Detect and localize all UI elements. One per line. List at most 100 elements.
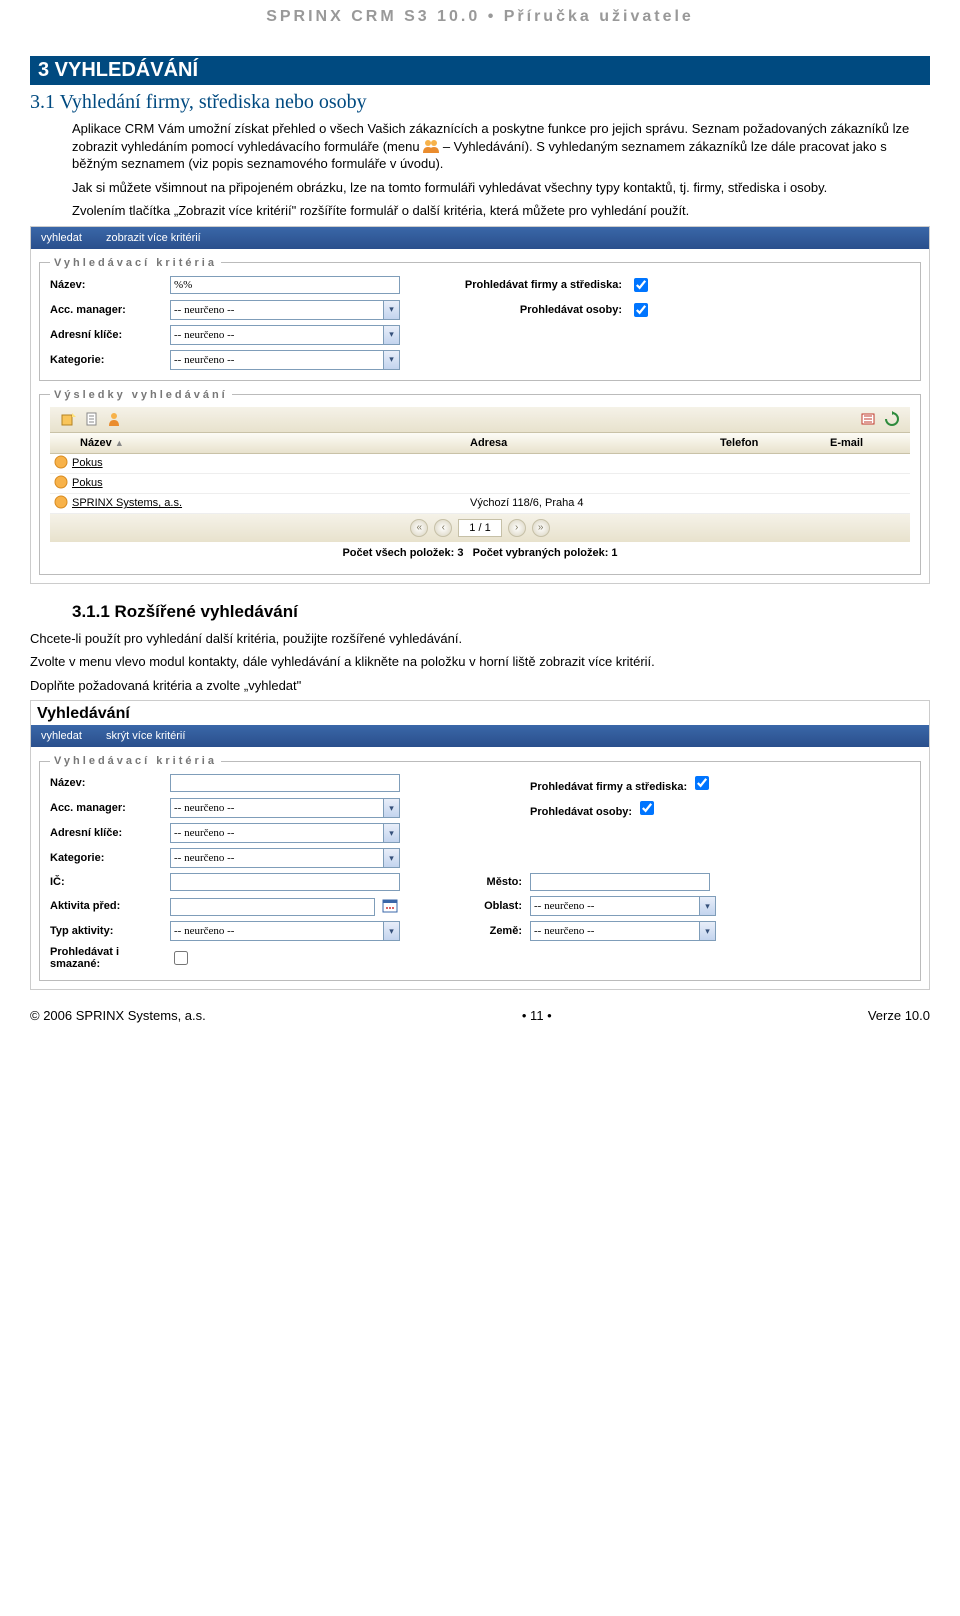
chevron-down-icon: ▾: [699, 922, 715, 940]
col-email[interactable]: E-mail: [830, 433, 910, 453]
checkbox-search-persons[interactable]: [634, 303, 648, 317]
input-name[interactable]: [170, 276, 400, 294]
chevron-down-icon: ▾: [383, 301, 399, 319]
label-address-keys: Adresní klíče:: [50, 827, 170, 839]
doc-footer: © 2006 SPRINX Systems, a.s. • 11 • Verze…: [0, 1008, 960, 1023]
input-activity-before[interactable]: [170, 898, 375, 916]
chevron-down-icon: ▾: [383, 326, 399, 344]
summary-total: Počet všech položek: 3: [342, 547, 463, 559]
paragraph: Doplňte požadovaná kritéria a zvolte „vy…: [30, 677, 930, 695]
select-area[interactable]: -- neurčeno --▾: [530, 896, 716, 916]
menu-more-criteria[interactable]: zobrazit více kritérií: [106, 232, 201, 244]
label-search-firms: Prohledávat firmy a střediska:: [420, 279, 630, 291]
paragraph: Zvolte v menu vlevo modul kontakty, dále…: [30, 653, 930, 671]
chevron-down-icon: ▾: [383, 824, 399, 842]
section-3-1-title: 3.1 Vyhledání firmy, střediska nebo osob…: [30, 91, 930, 114]
results-toolbar: [50, 407, 910, 433]
pager-prev-icon[interactable]: ‹: [434, 519, 452, 537]
results-group: Výsledky vyhledávání Název ▲ Adresa Tele…: [39, 389, 921, 575]
refresh-icon[interactable]: [883, 410, 901, 428]
label-area: Oblast:: [420, 900, 530, 912]
input-ic[interactable]: [170, 873, 400, 891]
col-address[interactable]: Adresa: [470, 433, 720, 453]
table-row[interactable]: SPRINX Systems, a.s.Výchozí 118/6, Praha…: [50, 494, 910, 514]
chapter-title: 3 VYHLEDÁVÁNÍ: [30, 56, 930, 85]
paragraph: Chcete-li použít pro vyhledání další kri…: [30, 630, 930, 648]
menu-search[interactable]: vyhledat: [41, 232, 82, 244]
input-name[interactable]: [170, 774, 400, 792]
chevron-down-icon: ▾: [383, 351, 399, 369]
paragraph: Jak si můžete všimnout na připojeném obr…: [72, 179, 930, 197]
pager: « ‹ 1 / 1 › »: [50, 514, 910, 542]
label-name: Název:: [50, 777, 170, 789]
label-address-keys: Adresní klíče:: [50, 329, 170, 341]
pager-last-icon[interactable]: »: [532, 519, 550, 537]
row-address: Výchozí 118/6, Praha 4: [470, 497, 720, 509]
label-acc-manager: Acc. manager:: [50, 304, 170, 316]
export-icon[interactable]: [859, 410, 877, 428]
checkbox-search-deleted[interactable]: [174, 951, 188, 965]
pager-page: 1 / 1: [458, 519, 501, 537]
chevron-down-icon: ▾: [383, 922, 399, 940]
table-row[interactable]: Pokus: [50, 474, 910, 494]
col-phone[interactable]: Telefon: [720, 433, 830, 453]
menu-hide-criteria[interactable]: skrýt více kritérií: [106, 730, 185, 742]
label-acc-manager: Acc. manager:: [50, 802, 170, 814]
paragraph: Zvolením tlačítka „Zobrazit více kritéri…: [72, 202, 930, 220]
col-name[interactable]: Název: [80, 437, 112, 449]
checkbox-search-firms[interactable]: [634, 278, 648, 292]
menu-search[interactable]: vyhledat: [41, 730, 82, 742]
row-name[interactable]: Pokus: [72, 477, 470, 489]
row-name[interactable]: Pokus: [72, 457, 470, 469]
row-icon: [50, 475, 72, 492]
label-search-persons: Prohledávat osoby:: [420, 304, 630, 316]
edit-icon[interactable]: [83, 410, 101, 428]
section-3-1-1-title: 3.1.1 Rozšířené vyhledávání: [72, 602, 930, 622]
select-acc-manager[interactable]: -- neurčeno --▾: [170, 798, 400, 818]
select-address-keys[interactable]: -- neurčeno --▾: [170, 325, 400, 345]
results-legend: Výsledky vyhledávání: [50, 389, 232, 401]
chevron-down-icon: ▾: [383, 799, 399, 817]
select-acc-manager[interactable]: -- neurčeno --▾: [170, 300, 400, 320]
people-icon[interactable]: [107, 410, 125, 428]
label-activity-type: Typ aktivity:: [50, 925, 170, 937]
form-menubar: vyhledat skrýt více kritérií: [31, 725, 929, 747]
label-category: Kategorie:: [50, 354, 170, 366]
new-icon[interactable]: [59, 410, 77, 428]
label-category: Kategorie:: [50, 852, 170, 864]
criteria-legend: Vyhledávací kritéria: [50, 755, 221, 767]
label-name: Název:: [50, 279, 170, 291]
pager-next-icon[interactable]: ›: [508, 519, 526, 537]
label-ic: IČ:: [50, 876, 170, 888]
panel-title: Vyhledávání: [31, 701, 929, 725]
results-summary: Počet všech položek: 3 Počet vybraných p…: [50, 542, 910, 564]
chevron-down-icon: ▾: [383, 849, 399, 867]
screenshot-search-advanced: Vyhledávání vyhledat skrýt více kritérií…: [30, 700, 930, 990]
label-search-deleted: Prohledávat i smazané:: [50, 946, 170, 970]
pager-first-icon[interactable]: «: [410, 519, 428, 537]
checkbox-search-persons[interactable]: [640, 801, 654, 815]
doc-header: SPRINX CRM S3 10.0 • Příručka uživatele: [30, 0, 930, 56]
label-search-firms: Prohledávat firmy a střediska:: [530, 781, 687, 793]
select-category[interactable]: -- neurčeno --▾: [170, 848, 400, 868]
select-category[interactable]: -- neurčeno --▾: [170, 350, 400, 370]
screenshot-search-basic: vyhledat zobrazit více kritérií Vyhledáv…: [30, 226, 930, 584]
paragraph: Aplikace CRM Vám umožní získat přehled o…: [72, 120, 930, 173]
label-city: Město:: [420, 876, 530, 888]
table-row[interactable]: Pokus: [50, 454, 910, 474]
row-icon: [50, 495, 72, 512]
input-city[interactable]: [530, 873, 710, 891]
select-activity-type[interactable]: -- neurčeno --▾: [170, 921, 400, 941]
label-activity-before: Aktivita před:: [50, 900, 170, 912]
criteria-group: Vyhledávací kritéria Název: Prohledávat …: [39, 755, 921, 981]
checkbox-search-firms[interactable]: [695, 776, 709, 790]
row-name[interactable]: SPRINX Systems, a.s.: [72, 497, 470, 509]
sort-asc-icon: ▲: [115, 438, 124, 448]
select-country[interactable]: -- neurčeno --▾: [530, 921, 716, 941]
results-header: Název ▲ Adresa Telefon E-mail: [50, 433, 910, 454]
select-address-keys[interactable]: -- neurčeno --▾: [170, 823, 400, 843]
label-country: Země:: [420, 925, 530, 937]
label-search-persons: Prohledávat osoby:: [530, 806, 632, 818]
form-menubar: vyhledat zobrazit více kritérií: [31, 227, 929, 249]
calendar-icon[interactable]: [382, 897, 398, 913]
